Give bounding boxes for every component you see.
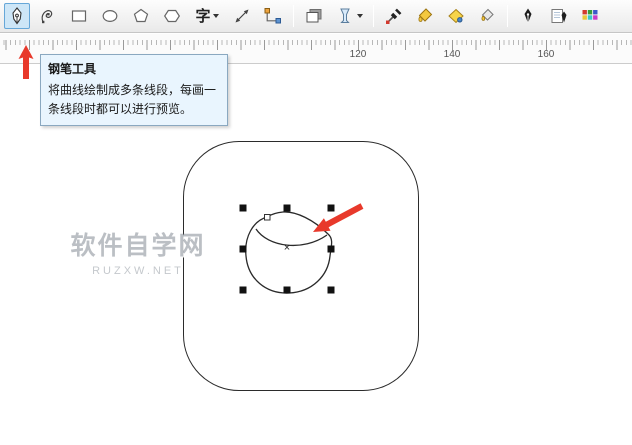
rectangle-tool-icon (71, 10, 87, 22)
toolbar-separator (373, 5, 374, 27)
dimension-tool-icon (235, 9, 249, 23)
basic-shapes-tool-icon (163, 9, 181, 23)
paint-bucket-tool-icon (418, 8, 433, 22)
toolbar-separator (507, 5, 508, 27)
fill-tool-icon (481, 8, 494, 21)
dropdown-arrow-icon (212, 14, 219, 18)
color-palette-tool-button[interactable] (577, 3, 603, 29)
bspline-tool-button[interactable] (35, 3, 61, 29)
fill-tool-button[interactable] (474, 3, 500, 29)
ruler-label: 140 (443, 49, 461, 60)
smart-fill-tool-icon (448, 8, 464, 24)
paint-bucket-tool-button[interactable] (412, 3, 438, 29)
pen-tool-icon (12, 7, 22, 25)
outline-tool-icon (551, 9, 567, 23)
dropdown-arrow-icon (357, 14, 363, 18)
pen-tool-button[interactable] (4, 3, 30, 29)
text-tool-icon: 字 (195, 7, 211, 25)
rectangle-tool-button[interactable] (66, 3, 92, 29)
ellipse-tool-button[interactable] (97, 3, 123, 29)
transparency-tool-button[interactable] (332, 3, 366, 29)
dimension-tool-button[interactable] (229, 3, 255, 29)
smart-fill-tool-button[interactable] (443, 3, 469, 29)
outline-pen-tool-button[interactable] (515, 3, 541, 29)
pen-tool-tooltip: 钢笔工具 将曲线绘制成多条线段，每画一条线段时都可以进行预览。 (40, 54, 228, 127)
outline-pen-tool-icon (524, 8, 532, 23)
artboard-rounded-rect[interactable] (183, 141, 419, 391)
app-window: 字 120 140 160 钢笔工具 将曲线绘制成多条线段，每画一条线段时都可以… (0, 0, 632, 445)
drop-shadow-tool-icon (306, 9, 322, 23)
eyedropper-tool-icon (386, 8, 402, 24)
connector-tool-button[interactable] (260, 3, 286, 29)
bspline-tool-icon (41, 10, 53, 24)
basic-shapes-tool-button[interactable] (159, 3, 185, 29)
polygon-tool-button[interactable] (128, 3, 154, 29)
toolbar-separator (293, 5, 294, 27)
text-tool-button[interactable]: 字 (190, 3, 224, 29)
ruler-label: 120 (349, 49, 367, 60)
tooltip-body: 将曲线绘制成多条线段，每画一条线段时都可以进行预览。 (48, 83, 217, 116)
polygon-tool-icon (133, 8, 149, 23)
toolbox-toolbar: 字 (0, 0, 632, 33)
eyedropper-tool-button[interactable] (381, 3, 407, 29)
connector-tool-icon (264, 8, 281, 24)
outline-tool-button[interactable] (546, 3, 572, 29)
tooltip-title: 钢笔工具 (48, 62, 97, 76)
transparency-tool-icon (340, 8, 350, 23)
drop-shadow-tool-button[interactable] (301, 3, 327, 29)
ellipse-tool-icon (102, 9, 118, 23)
ruler-label: 160 (537, 49, 555, 60)
color-palette-icon (582, 10, 598, 20)
